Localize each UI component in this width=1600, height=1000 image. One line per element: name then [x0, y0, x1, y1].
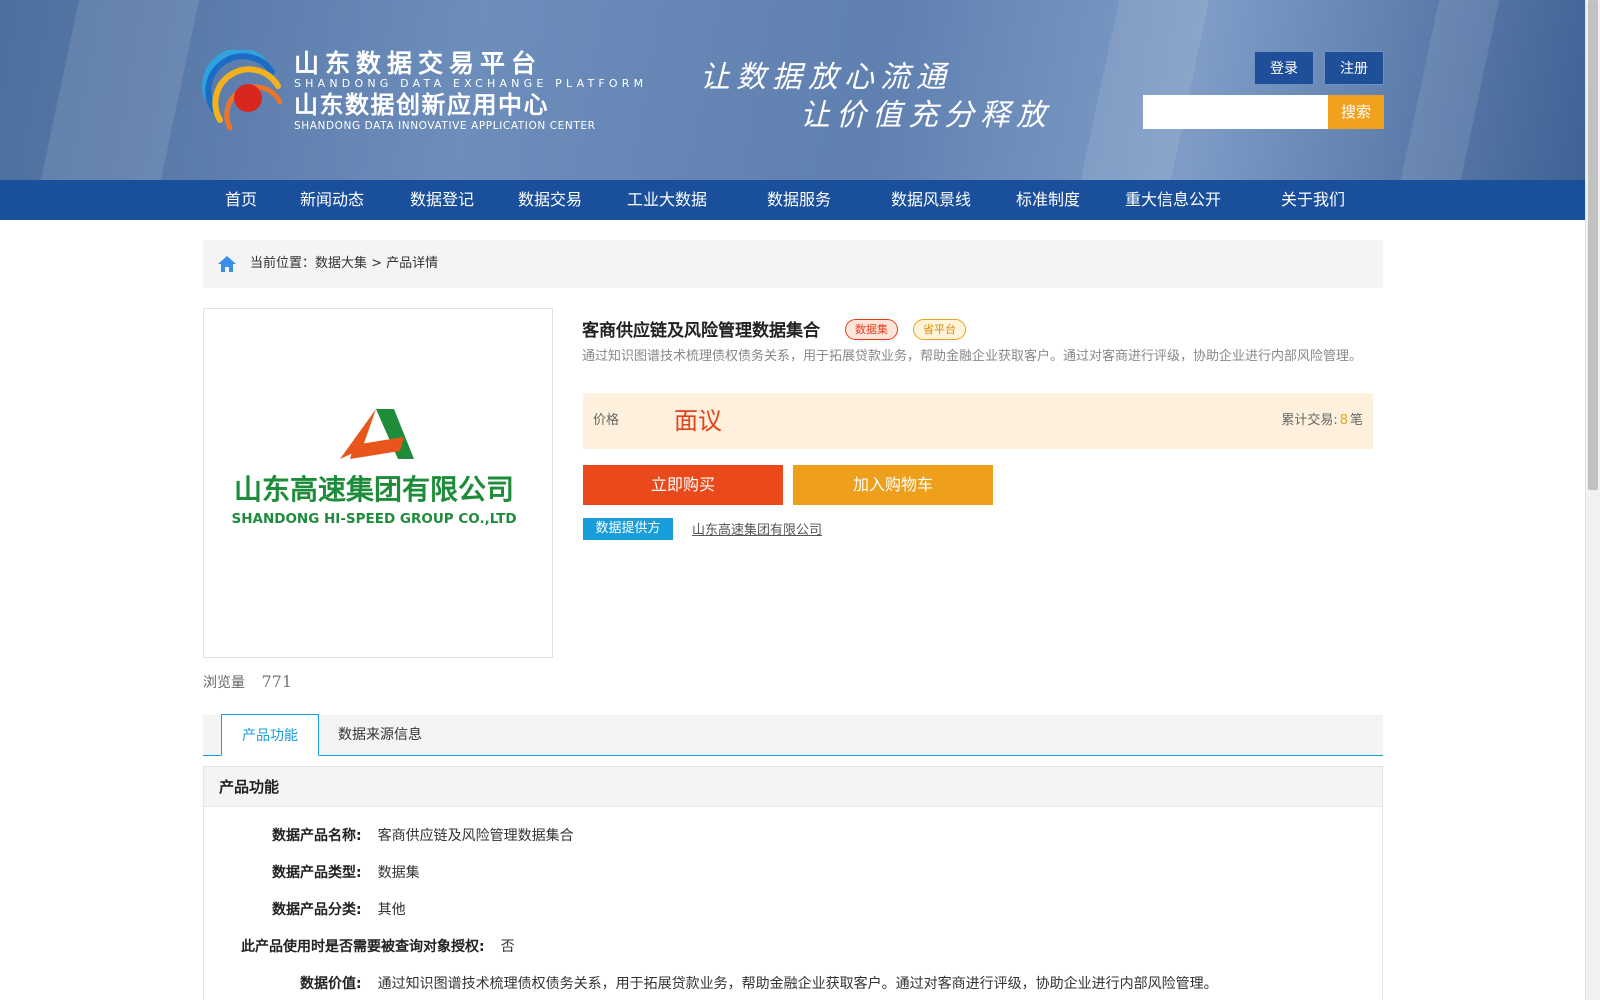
- logo-title-cn: 山东数据交易平台: [294, 49, 543, 78]
- price-label: 价格: [593, 413, 620, 428]
- nav-item-data-services[interactable]: 数据服务: [767, 180, 831, 220]
- header-light-beam: [40, 0, 200, 180]
- nav-item-standards[interactable]: 标准制度: [1016, 180, 1080, 220]
- deal-count: 累计交易: 8 笔: [1281, 393, 1363, 449]
- row-key: 数据产品分类:: [272, 902, 362, 918]
- product-description: 通过知识图谱技术梳理债权债务关系，用于拓展贷款业务，帮助金融企业获取客户。通过对…: [582, 349, 1363, 364]
- tab-product-function[interactable]: 产品功能: [221, 714, 319, 756]
- logo-text: 山东数据交易平台 SHANDONG DATA EXCHANGE PLATFORM…: [294, 49, 648, 133]
- nav-item-news[interactable]: 新闻动态: [300, 180, 364, 220]
- main-nav: 首页 新闻动态 数据登记 数据交易 工业大数据 数据服务 数据风景线 标准制度 …: [0, 180, 1585, 220]
- login-button[interactable]: 登录: [1254, 51, 1314, 85]
- nav-item-data-scenery[interactable]: 数据风景线: [891, 180, 971, 220]
- tab-data-source-info[interactable]: 数据来源信息: [338, 715, 422, 756]
- row-key: 数据价值:: [300, 976, 362, 992]
- row-value: 通过知识图谱技术梳理债权债务关系，用于拓展贷款业务，帮助金融企业获取客户。通过对…: [377, 976, 1218, 992]
- breadcrumb-text[interactable]: 当前位置：数据大集 > 产品详情: [250, 240, 438, 288]
- header-light-beam: [1400, 0, 1500, 180]
- view-count: 浏览量 771: [203, 672, 292, 692]
- row-key: 数据产品类型:: [272, 865, 362, 881]
- search-button[interactable]: 搜索: [1328, 95, 1384, 129]
- views-label: 浏览量: [203, 675, 245, 691]
- info-row: 数据产品名称: 客商供应链及风险管理数据集合: [272, 825, 574, 845]
- scrollbar-thumb[interactable]: [1588, 0, 1598, 490]
- buy-now-button[interactable]: 立即购买: [583, 465, 783, 505]
- product-title: 客商供应链及风险管理数据集合: [582, 321, 820, 341]
- badge-provincial-platform: 省平台: [913, 319, 966, 340]
- logo-company-name-cn: 山东高速集团有限公司: [234, 473, 514, 506]
- price-value: 面议: [674, 407, 722, 435]
- logo-title-en: SHANDONG DATA EXCHANGE PLATFORM: [294, 77, 648, 90]
- nav-item-disclosure[interactable]: 重大信息公开: [1125, 180, 1221, 220]
- register-button[interactable]: 注册: [1324, 51, 1384, 85]
- page: 山东数据交易平台 SHANDONG DATA EXCHANGE PLATFORM…: [0, 0, 1600, 1000]
- row-value: 其他: [377, 902, 406, 918]
- deals-count: 8: [1339, 413, 1348, 428]
- deals-label: 累计交易:: [1281, 413, 1338, 428]
- info-row: 数据产品分类: 其他: [272, 899, 406, 919]
- add-to-cart-button[interactable]: 加入购物车: [793, 465, 993, 505]
- site-header: 山东数据交易平台 SHANDONG DATA EXCHANGE PLATFORM…: [0, 0, 1585, 180]
- row-value: 客商供应链及风险管理数据集合: [377, 828, 574, 844]
- logo-subtitle-en: SHANDONG DATA INNOVATIVE APPLICATION CEN…: [294, 120, 596, 132]
- function-panel: 产品功能 数据产品名称: 客商供应链及风险管理数据集合 数据产品类型: 数据集 数据…: [203, 766, 1383, 1000]
- product-image: 山东高速集团有限公司 SHANDONG HI-SPEED GROUP CO.,L…: [203, 308, 553, 658]
- info-row: 此产品使用时是否需要被查询对象授权: 否: [241, 936, 515, 956]
- hi-speed-group-logo: 山东高速集团有限公司 SHANDONG HI-SPEED GROUP CO.,L…: [231, 409, 517, 527]
- price-box: 价格 面议 累计交易: 8 笔: [583, 393, 1373, 449]
- header-light-beam: [1080, 0, 1210, 180]
- search-input[interactable]: [1143, 95, 1328, 129]
- logo-company-name-en: SHANDONG HI-SPEED GROUP CO.,LTD: [231, 511, 516, 527]
- slogan-line-2: 让价值充分释放: [800, 98, 1052, 133]
- info-row: 数据产品类型: 数据集: [272, 862, 420, 882]
- row-value: 否: [500, 939, 515, 955]
- nav-item-data-registration[interactable]: 数据登记: [410, 180, 474, 220]
- site-logo[interactable]: 山东数据交易平台 SHANDONG DATA EXCHANGE PLATFORM…: [200, 46, 643, 136]
- nav-item-about-us[interactable]: 关于我们: [1281, 180, 1345, 220]
- nav-item-home[interactable]: 首页: [225, 180, 257, 220]
- swirl-logo-icon: [202, 50, 283, 131]
- provider-tag: 数据提供方: [583, 518, 673, 540]
- row-value: 数据集: [377, 865, 420, 881]
- page-scrollbar[interactable]: [1585, 0, 1600, 1000]
- home-icon[interactable]: [217, 254, 237, 274]
- panel-title: 产品功能: [204, 767, 1382, 807]
- views-value: 771: [261, 672, 292, 691]
- nav-item-data-trading[interactable]: 数据交易: [518, 180, 582, 220]
- nav-item-industrial-big-data[interactable]: 工业大数据: [627, 180, 707, 220]
- row-key: 此产品使用时是否需要被查询对象授权:: [241, 939, 485, 955]
- detail-tabs: 产品功能 数据来源信息: [203, 714, 1383, 756]
- row-key: 数据产品名称:: [272, 828, 362, 844]
- logo-subtitle-cn: 山东数据创新应用中心: [294, 91, 549, 119]
- deals-unit: 笔: [1349, 413, 1363, 428]
- breadcrumb: 当前位置：数据大集 > 产品详情: [203, 240, 1383, 288]
- info-row: 数据价值: 通过知识图谱技术梳理债权债务关系，用于拓展贷款业务，帮助金融企业获取客…: [300, 973, 1218, 993]
- provider-link[interactable]: 山东高速集团有限公司: [692, 519, 822, 538]
- badge-dataset: 数据集: [845, 319, 898, 340]
